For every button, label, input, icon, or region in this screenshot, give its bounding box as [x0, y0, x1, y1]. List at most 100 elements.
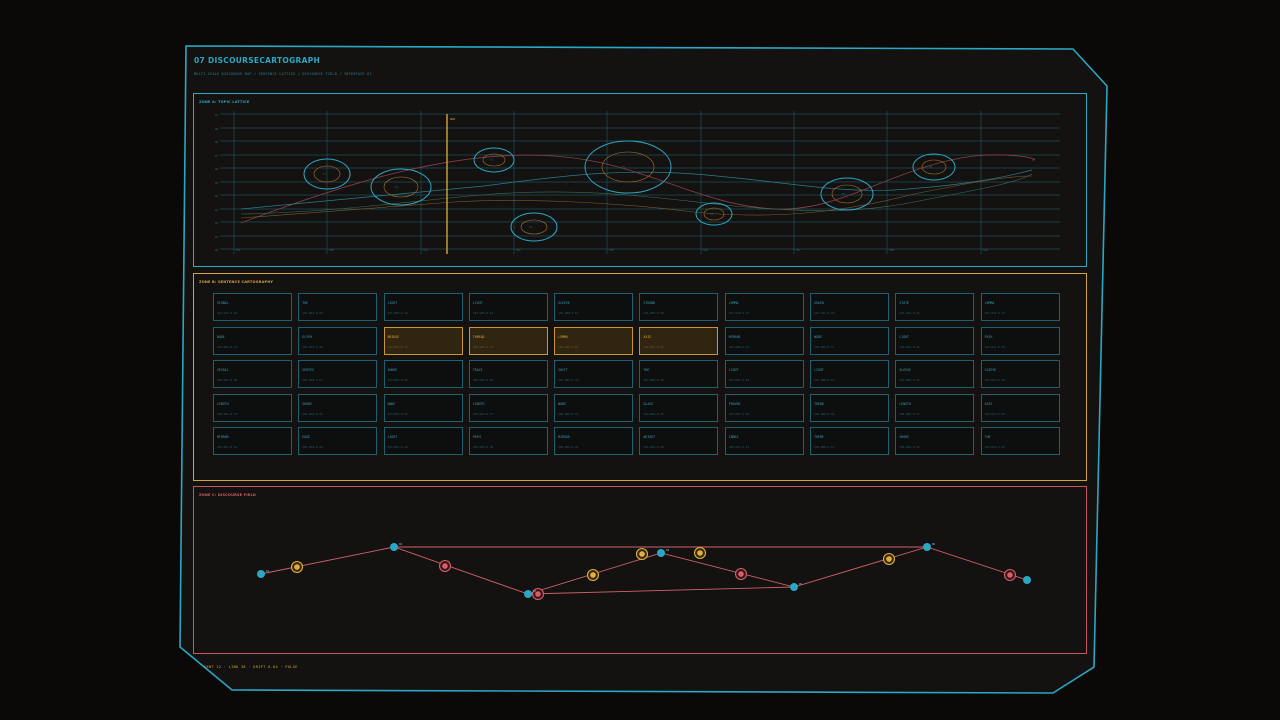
topic-lattice-panel[interactable]: ZONE A: TOPIC LATTICE 10 09 08 07 06 05 …	[193, 93, 1087, 267]
sentence-tile[interactable]: PATH S05·W04·0.38	[468, 427, 548, 455]
sentence-tile[interactable]: PROVED S04·W07·0.50	[724, 393, 804, 422]
field-glyph-rose[interactable]	[1003, 568, 1017, 582]
sentence-tile[interactable]: INDEX S05·W07·0.31	[724, 427, 804, 455]
sentence-cartography-label: ZONE B: SENTENCE CARTOGRAPHY	[199, 280, 274, 284]
sentence-tile[interactable]: MIRROR S02·W08·0.41	[724, 326, 804, 355]
sentence-tile-meta: S01·W08·0.52	[558, 311, 579, 315]
sentence-tile[interactable]: SLEEVE S01·W08·0.52	[554, 293, 634, 321]
sentence-tile-word: TREND	[814, 401, 824, 406]
sentence-tile[interactable]: TREND S04·W08·0.46	[810, 393, 890, 422]
sentence-tile[interactable]: THE S05·W10·0.20	[980, 427, 1060, 455]
sentence-tile[interactable]: THEME S05·W08·0.53	[810, 427, 890, 455]
sentence-tile[interactable]: SHORE S04·W02·0.45	[298, 393, 378, 422]
sentence-tile[interactable]: THE S01·W01·0.20	[298, 293, 378, 321]
sentence-tile[interactable]: LENGTH S04·W09·0.37	[895, 393, 975, 422]
topic-node-label: T7	[842, 192, 846, 196]
topic-node[interactable]: T8	[912, 153, 956, 181]
sentence-tile[interactable]: EDGE S05·W02·0.30	[298, 427, 378, 455]
sentence-tile[interactable]: NODE S04·W03·0.33	[383, 393, 463, 422]
x-tick: T09	[983, 248, 988, 252]
field-glyph-rose[interactable]	[438, 559, 452, 573]
sentence-tile-meta: S05·W09·0.45	[899, 445, 920, 449]
sentence-tile-highlighted[interactable]: LEMMA S02·W06·0.68	[554, 326, 634, 355]
sentence-tile-word: NODE	[387, 401, 396, 406]
topic-drift-line	[240, 154, 1035, 224]
field-glyph-amber[interactable]	[635, 547, 649, 561]
sentence-tile-meta: S02·W09·0.33	[814, 344, 835, 349]
sentence-tile[interactable]: WEIGHT S05·W06·0.48	[639, 427, 719, 455]
sentence-tile-meta: S02·W05·0.70	[472, 344, 494, 349]
sentence-tile[interactable]: GLASS S04·W06·0.35	[639, 393, 719, 422]
sentence-tile-highlighted[interactable]: THREAD S02·W05·0.70	[468, 326, 548, 355]
sentence-tile[interactable]: LENGTH S04·W04·0.37	[468, 393, 548, 422]
sentence-tile[interactable]: VERTEX S03·W02·0.51	[298, 360, 378, 388]
sentence-tile[interactable]: NODE S02·W09·0.33	[810, 326, 890, 355]
sentence-tile-word: AXIS	[643, 334, 652, 339]
sentence-tile[interactable]: STATE S01·W13·0.42	[895, 293, 975, 321]
sentence-tile[interactable]: SIGNAL S01·W12·0.61	[213, 293, 292, 321]
sentence-tile-meta: S03·W03·0.45	[387, 378, 408, 382]
sentence-tile[interactable]: SHORE S05·W09·0.45	[895, 427, 975, 455]
sentence-tile[interactable]: LIGHT S03·W07·0.44	[724, 360, 804, 388]
topic-node[interactable]: T4	[510, 212, 558, 242]
sentence-tile-word: GLASS	[643, 401, 654, 406]
sentence-tile[interactable]: MIRROR S05·W05·0.41	[554, 427, 634, 455]
sentence-tile-word: STATE	[899, 301, 909, 305]
field-glyph-amber[interactable]	[882, 552, 896, 566]
sentence-tile-meta: S04·W07·0.50	[728, 411, 749, 416]
sentence-tile-meta: S04·W08·0.46	[814, 411, 835, 416]
sentence-tile-meta: S03·W04·0.40	[472, 378, 494, 382]
sentence-tile[interactable]: VESSEL S03·W01·0.49	[213, 360, 292, 388]
sentence-tile[interactable]: SLEEVE S03·W09·0.52	[895, 360, 975, 388]
sentence-tile[interactable]: LEMMA S01·W14·0.47	[980, 293, 1060, 321]
x-tick: T01	[236, 248, 241, 252]
sentence-tile[interactable]: LIGHT S03·W08·0.44	[810, 360, 890, 388]
sentence-tile-highlighted[interactable]: AXIS S02·W07·0.66	[639, 326, 719, 355]
sentence-tile[interactable]: SHORE S03·W03·0.45	[383, 360, 463, 388]
sentence-tile-meta: S02·W07·0.66	[643, 344, 664, 349]
sentence-tile-highlighted[interactable]: BRIDGE S02·W04·0.72	[383, 326, 463, 355]
topic-node[interactable]: T5	[584, 140, 672, 194]
sentence-tile-word: PATH	[472, 435, 481, 439]
sentence-tile[interactable]: LIGHT S01·W06·0.44	[468, 293, 548, 321]
sentence-tile[interactable]: NODE S04·W05·0.33	[554, 393, 634, 422]
sentence-tile-word: THE	[984, 435, 991, 439]
sentence-tile[interactable]: LIGHT S02·W10·0.44	[895, 326, 975, 355]
field-node[interactable]	[1023, 576, 1031, 584]
sentence-tile[interactable]: SLEEVE S03·W10·0.52	[980, 360, 1060, 388]
sentence-tile-word: SHORE	[899, 435, 909, 439]
sentence-tile[interactable]: NODE S02·W02·0.33	[213, 326, 292, 355]
sentence-tile[interactable]: LENGTH S04·W01·0.37	[213, 393, 292, 422]
sentence-tile[interactable]: STRAND S01·W09·0.58	[639, 293, 719, 321]
field-node[interactable]: 04	[657, 548, 670, 557]
topic-lattice-canvas[interactable]: 10 09 08 07 06 05 04 03 02 01 00 T01 T02…	[194, 94, 1088, 268]
sentence-tile-meta: S04·W02·0.45	[302, 411, 323, 416]
sentence-tile[interactable]: MIRROR S05·W01·0.41	[213, 427, 292, 455]
field-glyph-amber[interactable]	[290, 560, 304, 574]
sentence-tile[interactable]: LIGHT S01·W05·0.44	[383, 293, 463, 321]
field-glyph-amber[interactable]	[586, 568, 600, 582]
discourse-field-canvas[interactable]: 01 02 03 04 05 06	[194, 487, 1088, 655]
field-glyph-amber[interactable]	[693, 546, 707, 560]
sentence-tile[interactable]: PATH S02·W11·0.38	[980, 326, 1060, 355]
sentence-tile[interactable]: AXIS S04·W10·0.66	[980, 393, 1060, 422]
sentence-tile[interactable]: SHIFT S03·W05·0.43	[554, 360, 634, 388]
sentence-tile-meta: S01·W10·0.47	[728, 311, 749, 315]
sentence-tile-meta: S05·W01·0.41	[217, 445, 238, 449]
sentence-tile[interactable]: GLYPH S02·W03·0.36	[298, 326, 378, 355]
topic-node[interactable]: T7	[820, 177, 874, 211]
sentence-tile-meta: S02·W02·0.33	[217, 344, 238, 349]
sentence-tile-word: NODE	[558, 401, 566, 406]
field-glyph-rose[interactable]	[734, 567, 748, 581]
sentence-tile[interactable]: LIGHT S05·W03·0.44	[383, 427, 463, 455]
time-marker-label: NOW	[450, 117, 455, 121]
sentence-tile[interactable]: LEMMA S01·W10·0.47	[724, 293, 804, 321]
sentence-tile[interactable]: TRACE S03·W04·0.40	[468, 360, 548, 388]
field-node[interactable]: 05	[790, 582, 803, 591]
topic-node[interactable]: T2	[370, 168, 432, 206]
sentence-tile-meta: S02·W10·0.44	[899, 344, 920, 349]
sentence-tile[interactable]: GRAIN S01·W11·0.39	[810, 293, 890, 321]
field-node[interactable]: 01	[257, 569, 270, 578]
topic-node[interactable]: T3	[473, 147, 515, 173]
sentence-tile[interactable]: THE S03·W06·0.20	[639, 360, 719, 388]
